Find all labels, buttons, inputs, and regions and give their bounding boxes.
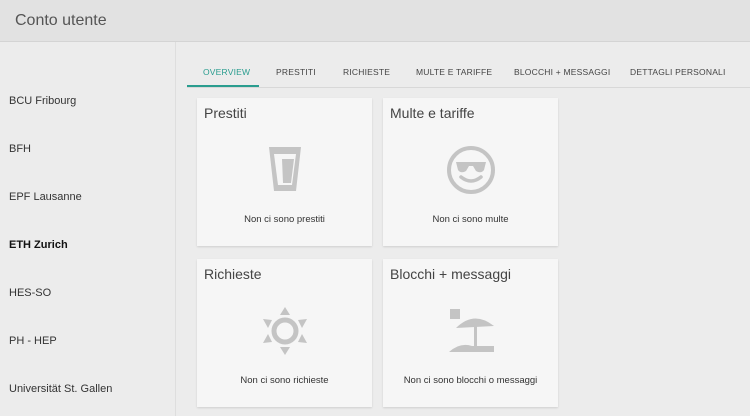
card-empty-message: Non ci sono multe	[432, 214, 509, 225]
sidebar-item-bfh[interactable]: BFH	[9, 143, 31, 155]
sidebar-item-epf-lausanne[interactable]: EPF Lausanne	[9, 191, 82, 203]
active-tab-indicator	[187, 85, 259, 87]
card-title: Multe e tariffe	[390, 105, 475, 121]
app-header: Conto utente	[0, 0, 750, 42]
card-title: Prestiti	[204, 105, 247, 121]
card-blocchi-messaggi[interactable]: Blocchi + messaggi Non ci sono blocchi o…	[383, 259, 558, 407]
tab-multe-e-tariffe[interactable]: MULTE E TARIFFE	[416, 67, 492, 77]
tab-dettagli-personali[interactable]: DETTAGLI PERSONALI	[630, 67, 726, 77]
beach-umbrella-icon	[446, 306, 496, 356]
account-tabs: OVERVIEW PRESTITI RICHIESTE MULTE E TARI…	[187, 58, 750, 88]
card-title: Blocchi + messaggi	[390, 266, 512, 282]
library-sidebar: BCU Fribourg BFH EPF Lausanne ETH Zurich…	[0, 42, 176, 416]
card-richieste[interactable]: Richieste Non ci sono richieste	[197, 259, 372, 407]
card-multe-e-tariffe[interactable]: Multe e tariffe Non ci sono multe	[383, 98, 558, 246]
sidebar-item-hes-so[interactable]: HES-SO	[9, 287, 51, 299]
sidebar-item-unisg[interactable]: Universität St. Gallen	[9, 383, 112, 395]
card-empty-message: Non ci sono richieste	[240, 375, 329, 386]
cool-face-icon	[446, 145, 496, 195]
card-empty-message: Non ci sono prestiti	[244, 214, 325, 225]
glass-icon	[260, 145, 310, 195]
tab-prestiti[interactable]: PRESTITI	[276, 67, 316, 77]
card-prestiti[interactable]: Prestiti Non ci sono prestiti	[197, 98, 372, 246]
card-title: Richieste	[204, 266, 262, 282]
tab-richieste[interactable]: RICHIESTE	[343, 67, 390, 77]
card-empty-message: Non ci sono blocchi o messaggi	[403, 375, 538, 386]
tab-blocchi-messaggi[interactable]: BLOCCHI + MESSAGGI	[514, 67, 610, 77]
page-title: Conto utente	[15, 12, 107, 29]
sun-icon	[260, 306, 310, 356]
sidebar-item-bcu-fribourg[interactable]: BCU Fribourg	[9, 95, 76, 107]
sidebar-item-eth-zurich[interactable]: ETH Zurich	[9, 239, 68, 251]
sidebar-item-ph-hep[interactable]: PH - HEP	[9, 335, 57, 347]
tab-overview[interactable]: OVERVIEW	[203, 67, 250, 77]
